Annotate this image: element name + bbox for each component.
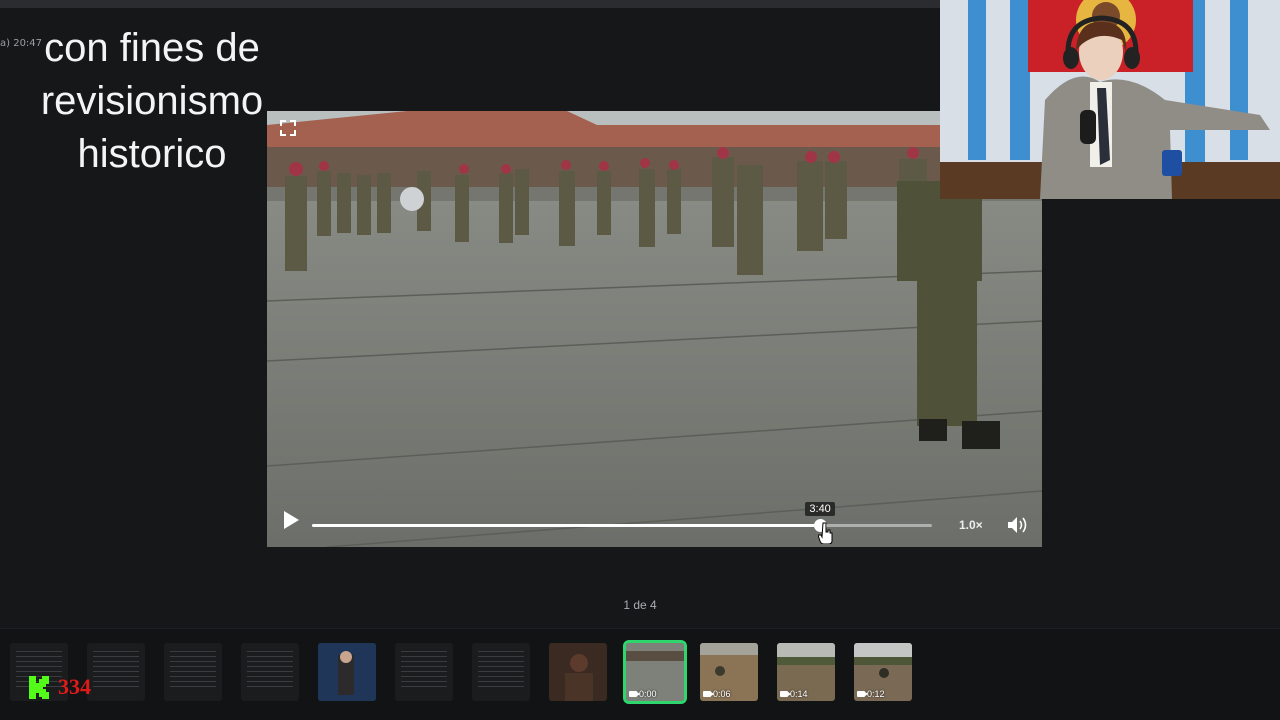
thumbnail-strip: 0:00 0:06 0:14 0:12 [0, 628, 1280, 720]
thumbnail-10[interactable]: 0:06 [700, 643, 758, 701]
thumbnail-12[interactable]: 0:12 [854, 643, 912, 701]
video-player[interactable]: 3:40 1.0× [267, 111, 1042, 547]
video-camera-icon [780, 691, 791, 697]
thumbnail-duration: 0:14 [780, 689, 808, 699]
gallery-pager: 1 de 4 [623, 598, 657, 612]
thumbnail-7[interactable] [472, 643, 530, 701]
video-camera-icon [629, 691, 640, 697]
progress-bar[interactable] [312, 519, 932, 532]
video-camera-icon [857, 691, 868, 697]
thumbnail-duration: 0:00 [629, 689, 657, 699]
hand-cursor-icon [818, 522, 833, 544]
thumbnail-2[interactable] [87, 643, 145, 701]
thumbnail-11[interactable]: 0:14 [777, 643, 835, 701]
thumbnail-image [318, 643, 376, 701]
thumbnail-image [549, 643, 607, 701]
video-camera-icon [703, 691, 714, 697]
webcam-overlay [940, 0, 1280, 199]
play-icon[interactable] [281, 509, 301, 531]
thumbnail-5[interactable] [318, 643, 376, 701]
stream-caption: con fines de revisionismo historico [18, 22, 286, 181]
thumbnail-4[interactable] [241, 643, 299, 701]
kick-logo-icon [29, 676, 49, 699]
caption-line-1: con fines de [44, 26, 260, 70]
viewer-count: 334 [58, 674, 91, 699]
thumbnail-3[interactable] [164, 643, 222, 701]
thumbnail-8[interactable] [549, 643, 607, 701]
video-frame [267, 111, 1042, 547]
volume-icon[interactable] [1006, 515, 1032, 535]
progress-fill [312, 524, 821, 527]
thumbnail-duration: 0:06 [703, 689, 731, 699]
playback-speed-button[interactable]: 1.0× [959, 518, 983, 532]
streamer-camera-feed [940, 0, 1280, 199]
thumbnail-duration: 0:12 [857, 689, 885, 699]
top-bar [0, 0, 940, 8]
caption-line-3: historico [77, 132, 227, 176]
hover-time-tooltip: 3:40 [805, 502, 835, 516]
caption-line-2: revisionismo [40, 79, 264, 123]
thumbnail-6[interactable] [395, 643, 453, 701]
thumbnail-9[interactable]: 0:00 [623, 640, 687, 704]
viewer-badge: 334 [28, 674, 91, 700]
